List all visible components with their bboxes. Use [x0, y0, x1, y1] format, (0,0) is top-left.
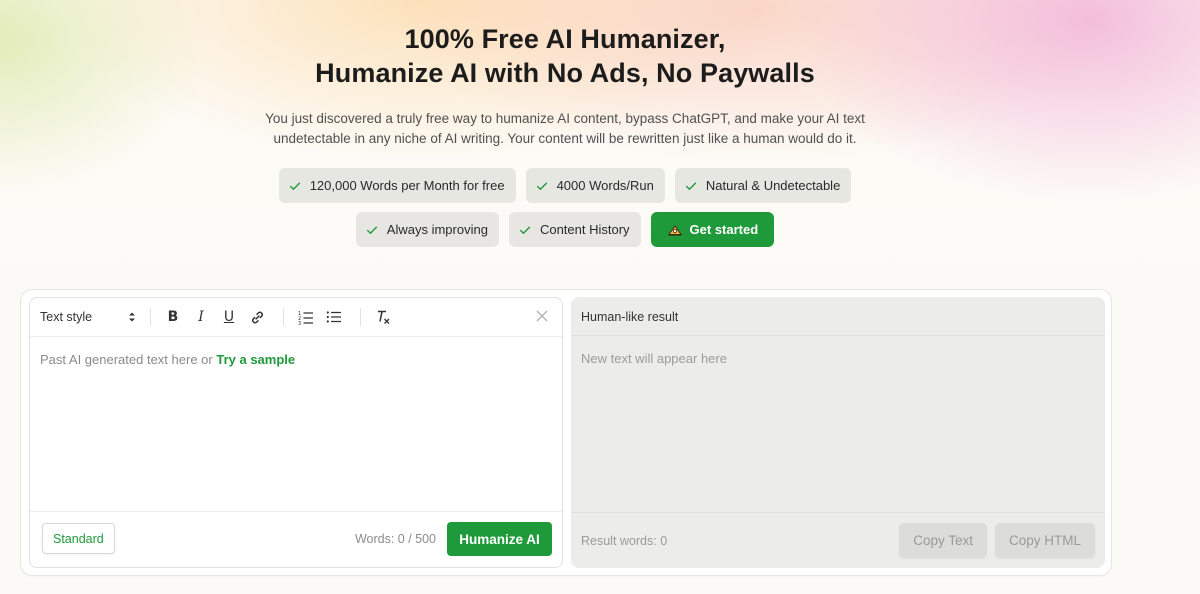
humanize-button[interactable]: Humanize AI [447, 522, 552, 556]
text-style-label: Text style [40, 310, 93, 324]
underline-button[interactable]: U [217, 305, 241, 329]
feature-row-1: 120,000 Words per Month for free 4000 Wo… [0, 168, 1130, 203]
ordered-list-icon: 123 [298, 311, 313, 325]
ordered-list-button[interactable]: 123 [294, 305, 318, 329]
editor-footer: Standard Words: 0 / 500 Humanize AI [30, 511, 562, 567]
toolbar-divider [360, 308, 361, 326]
svg-text:3: 3 [298, 321, 301, 325]
result-header: Human-like result [571, 297, 1105, 336]
description-line-2: undetectable in any niche of AI writing.… [273, 131, 857, 146]
get-started-button[interactable]: Get started [650, 212, 775, 247]
copy-html-button[interactable]: Copy HTML [994, 523, 1095, 558]
humanizer-card: Text style B I U 123 Past AI generated t… [20, 289, 1112, 576]
check-icon [366, 226, 377, 234]
feature-pill-words-per-month: 120,000 Words per Month for free [278, 168, 516, 203]
copy-text-button[interactable]: Copy Text [899, 523, 987, 558]
feature-pill-content-history: Content History [508, 212, 641, 247]
clear-format-icon [378, 310, 390, 324]
rocket-icon [667, 224, 682, 236]
page-title: 100% Free AI Humanizer, Humanize AI with… [0, 22, 1130, 90]
input-editor[interactable]: Text style B I U 123 Past AI generated t… [29, 297, 563, 568]
feature-row-2: Always improving Content History Get sta… [0, 212, 1130, 247]
clear-format-button[interactable] [371, 305, 395, 329]
feature-label: Always improving [386, 222, 488, 237]
bullet-list-icon [326, 311, 341, 323]
placeholder-text: Past AI generated text here or [40, 352, 213, 367]
result-footer: Result words: 0 Copy Text Copy HTML [571, 512, 1105, 568]
toolbar-divider [283, 308, 284, 326]
select-arrows-icon [129, 312, 135, 322]
italic-button[interactable]: I [189, 305, 213, 329]
description-line-1: You just discovered a truly free way to … [265, 111, 865, 126]
hero-description: You just discovered a truly free way to … [0, 109, 1130, 149]
mode-select-button[interactable]: Standard [42, 523, 115, 554]
check-icon [519, 226, 531, 234]
check-icon [289, 182, 300, 190]
link-icon [251, 311, 263, 323]
bullet-list-button[interactable] [322, 305, 346, 329]
bold-button[interactable]: B [161, 305, 185, 329]
feature-pill-always-improving: Always improving [355, 212, 499, 247]
get-started-label: Get started [689, 222, 759, 237]
feature-label: Content History [539, 222, 630, 237]
feature-label: 4000 Words/Run [556, 178, 654, 193]
feature-pill-words-per-run: 4000 Words/Run [525, 168, 665, 203]
check-icon [685, 182, 696, 190]
word-counter: Words: 0 / 500 [354, 532, 436, 546]
text-style-select[interactable]: Text style [40, 310, 140, 324]
clear-input-button[interactable] [532, 306, 552, 326]
result-panel: Human-like result New text will appear h… [571, 297, 1105, 568]
try-sample-link[interactable]: Try a sample [216, 352, 295, 367]
feature-label: Natural & Undetectable [705, 178, 841, 193]
title-line-2: Humanize AI with No Ads, No Paywalls [315, 58, 815, 88]
input-placeholder: Past AI generated text here or Try a sam… [40, 352, 295, 367]
link-button[interactable] [245, 305, 269, 329]
feature-pill-natural: Natural & Undetectable [674, 168, 852, 203]
result-word-counter: Result words: 0 [581, 534, 668, 548]
toolbar-divider [150, 308, 151, 326]
close-icon [536, 310, 548, 322]
editor-toolbar: Text style B I U 123 [30, 298, 562, 337]
feature-label: 120,000 Words per Month for free [309, 178, 505, 193]
title-line-1: 100% Free AI Humanizer, [404, 24, 726, 54]
result-placeholder: New text will appear here [581, 351, 727, 366]
check-icon [536, 182, 547, 190]
